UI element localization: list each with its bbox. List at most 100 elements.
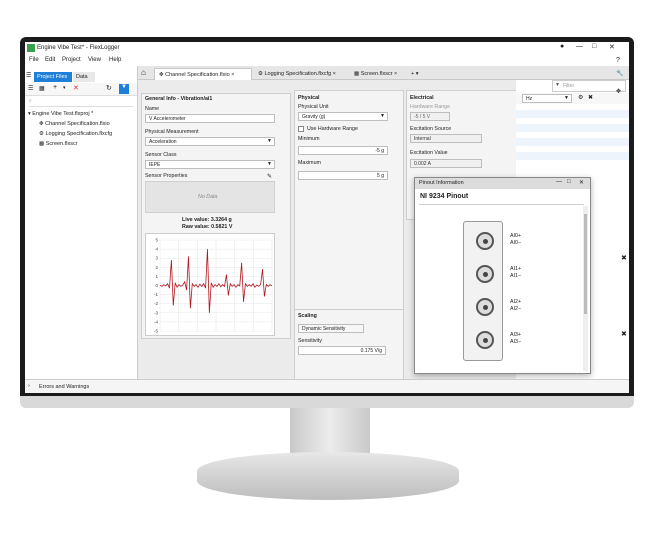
y-tick-label: 2: [155, 265, 158, 270]
network-icon[interactable]: ✥: [616, 88, 621, 95]
tree-item-logging-spec[interactable]: ⚙ Logging Specification.flxcfg: [39, 131, 112, 137]
menu-help[interactable]: Help: [109, 57, 121, 63]
minimize-icon[interactable]: —: [556, 179, 562, 185]
chat-icon[interactable]: ●: [560, 43, 564, 50]
pinout-heading: NI 9234 Pinout: [420, 193, 469, 200]
help-icon[interactable]: ?: [616, 57, 620, 64]
maximum-label: Maximum: [298, 160, 321, 166]
electrical-header: Electrical: [410, 95, 434, 101]
add-tab-button[interactable]: + ▾: [407, 68, 423, 80]
edit-icon[interactable]: ✎: [267, 173, 272, 180]
general-info-card: General Info - Vibration/ai1 Name V Acce…: [141, 93, 291, 339]
maximum-field[interactable]: 5 g: [298, 171, 388, 180]
tree-item-label: Logging Specification.flxcfg: [45, 131, 113, 137]
menu-view[interactable]: View: [88, 57, 101, 63]
title-bar: Engine Vibe Test* - FlexLogger ● — □ ✕: [25, 42, 629, 55]
tree-item-label: Channel Specification.flxio: [45, 121, 110, 127]
disconnect-icon[interactable]: ✖: [588, 94, 593, 101]
connector-module-image: [463, 221, 503, 361]
hardware-range-checkbox[interactable]: [298, 126, 304, 132]
minimum-field[interactable]: -5 g: [298, 146, 388, 155]
minimum-label: Minimum: [298, 136, 320, 142]
excitation-source-label: Excitation Source: [410, 126, 452, 132]
excitation-value-field: 0.002 A: [410, 159, 482, 168]
sensor-properties-label: Sensor Properties: [145, 173, 188, 179]
menu-edit[interactable]: Edit: [45, 57, 55, 63]
physical-measurement-dropdown[interactable]: Acceleration ▼: [145, 137, 275, 146]
rate-row: Hz ▼ ⚙ ✖: [516, 93, 629, 104]
tab-data[interactable]: Data: [73, 72, 95, 82]
minimize-icon[interactable]: —: [576, 43, 583, 50]
sensitivity-field[interactable]: 0.175 V/g: [298, 346, 386, 355]
tab-label: Screen.flxscr: [360, 71, 393, 77]
y-tick-label: 1: [155, 274, 158, 279]
pin-label: AI2−: [510, 306, 522, 312]
tab-channel-specification[interactable]: ✥ Channel Specification.flxio ×: [154, 68, 252, 80]
pin-label: AI2+: [510, 299, 522, 305]
dropdown-value: Acceleration: [149, 139, 177, 145]
close-icon[interactable]: ✕: [609, 43, 615, 51]
y-tick-label: 3: [155, 256, 158, 261]
chevron-down-icon[interactable]: ▾: [63, 85, 66, 91]
chevron-down-icon: ▼: [267, 161, 272, 167]
filter-input[interactable]: ▼ Filter: [552, 80, 626, 92]
y-tick-label: -1: [154, 292, 158, 297]
list-row[interactable]: [516, 110, 629, 118]
name-field[interactable]: V Accelerometer: [145, 114, 275, 123]
grid-icon[interactable]: ▦: [39, 85, 45, 92]
list-icon[interactable]: ☰: [28, 85, 33, 92]
search-input[interactable]: ⌕: [29, 98, 133, 107]
y-tick-label: -5: [154, 329, 158, 334]
list-row[interactable]: [516, 138, 629, 146]
refresh-icon[interactable]: ↻: [106, 84, 112, 92]
general-info-header: General Info - Vibration/ai1: [145, 96, 213, 102]
physical-measurement-label: Physical Measurement: [145, 129, 199, 135]
tools-icon[interactable]: 🔧: [616, 70, 623, 77]
sensor-class-dropdown[interactable]: IEPE ▼: [145, 160, 275, 169]
tab-project-files[interactable]: Project Files: [34, 72, 72, 82]
close-icon[interactable]: ✕: [579, 179, 584, 186]
tab-logging-specification[interactable]: ⚙ Logging Specification.flxcfg ×: [254, 68, 348, 80]
dropdown-value: Gravity (g): [302, 114, 326, 120]
panel-menu-icon[interactable]: ☰: [26, 72, 31, 79]
list-row[interactable]: [516, 124, 629, 132]
scaling-type-button[interactable]: Dynamic Sensitivity: [298, 324, 364, 333]
tree-item-channel-spec[interactable]: ✥ Channel Specification.flxio: [39, 121, 110, 127]
dropdown-value: Hz: [526, 96, 533, 102]
status-bar: › Errors and Warnings: [25, 379, 629, 393]
home-icon[interactable]: ⌂: [141, 68, 146, 77]
physical-unit-label: Physical Unit: [298, 104, 329, 110]
y-tick-label: -4: [154, 319, 158, 324]
errors-warnings-label[interactable]: Errors and Warnings: [39, 384, 89, 390]
filter-icon[interactable]: ▼: [119, 84, 129, 94]
monitor-chin: [20, 396, 634, 408]
tree-project-root[interactable]: ▾ Engine Vibe Test.flxproj *: [28, 111, 93, 117]
physical-unit-dropdown[interactable]: Gravity (g) ▼: [298, 112, 388, 121]
pin-label: AI0+: [510, 233, 522, 239]
maximize-icon[interactable]: □: [592, 43, 596, 50]
bnc-connector: [476, 265, 494, 283]
rate-dropdown[interactable]: Hz ▼: [522, 94, 572, 103]
menu-project[interactable]: Project: [62, 57, 81, 63]
settings-icon[interactable]: ⚙: [578, 94, 583, 101]
chevron-right-icon[interactable]: ›: [28, 383, 30, 389]
add-icon[interactable]: +: [53, 84, 57, 91]
dropdown-value: IEPE: [149, 162, 161, 168]
window-title: Engine Vibe Test* - FlexLogger: [37, 45, 120, 51]
name-label: Name: [145, 106, 160, 112]
tab-screen[interactable]: ▩ Screen.flxscr ×: [350, 68, 406, 80]
delete-icon[interactable]: ✕: [73, 84, 79, 92]
maximize-icon[interactable]: □: [567, 179, 571, 185]
list-row[interactable]: [516, 152, 629, 160]
hardware-range-field: -5 / 5 V: [410, 112, 450, 121]
disconnect-icon[interactable]: ✖: [621, 254, 627, 262]
scrollbar[interactable]: [583, 206, 588, 371]
disconnect-icon[interactable]: ✖: [621, 330, 627, 338]
menu-file[interactable]: File: [29, 57, 39, 63]
screen: Engine Vibe Test* - FlexLogger ● — □ ✕ F…: [25, 42, 629, 393]
chevron-down-icon: ▼: [380, 113, 385, 119]
tree-item-screen[interactable]: ▩ Screen.flxscr: [39, 141, 78, 147]
tree-toolbar: ☰ ▦ + ▾ ✕ ↻ ▼: [25, 83, 137, 96]
scrollbar-thumb[interactable]: [584, 214, 587, 314]
signal-chart: 5 4 3 2 1 0 -1 -2 -3 -4 -5: [154, 238, 273, 334]
